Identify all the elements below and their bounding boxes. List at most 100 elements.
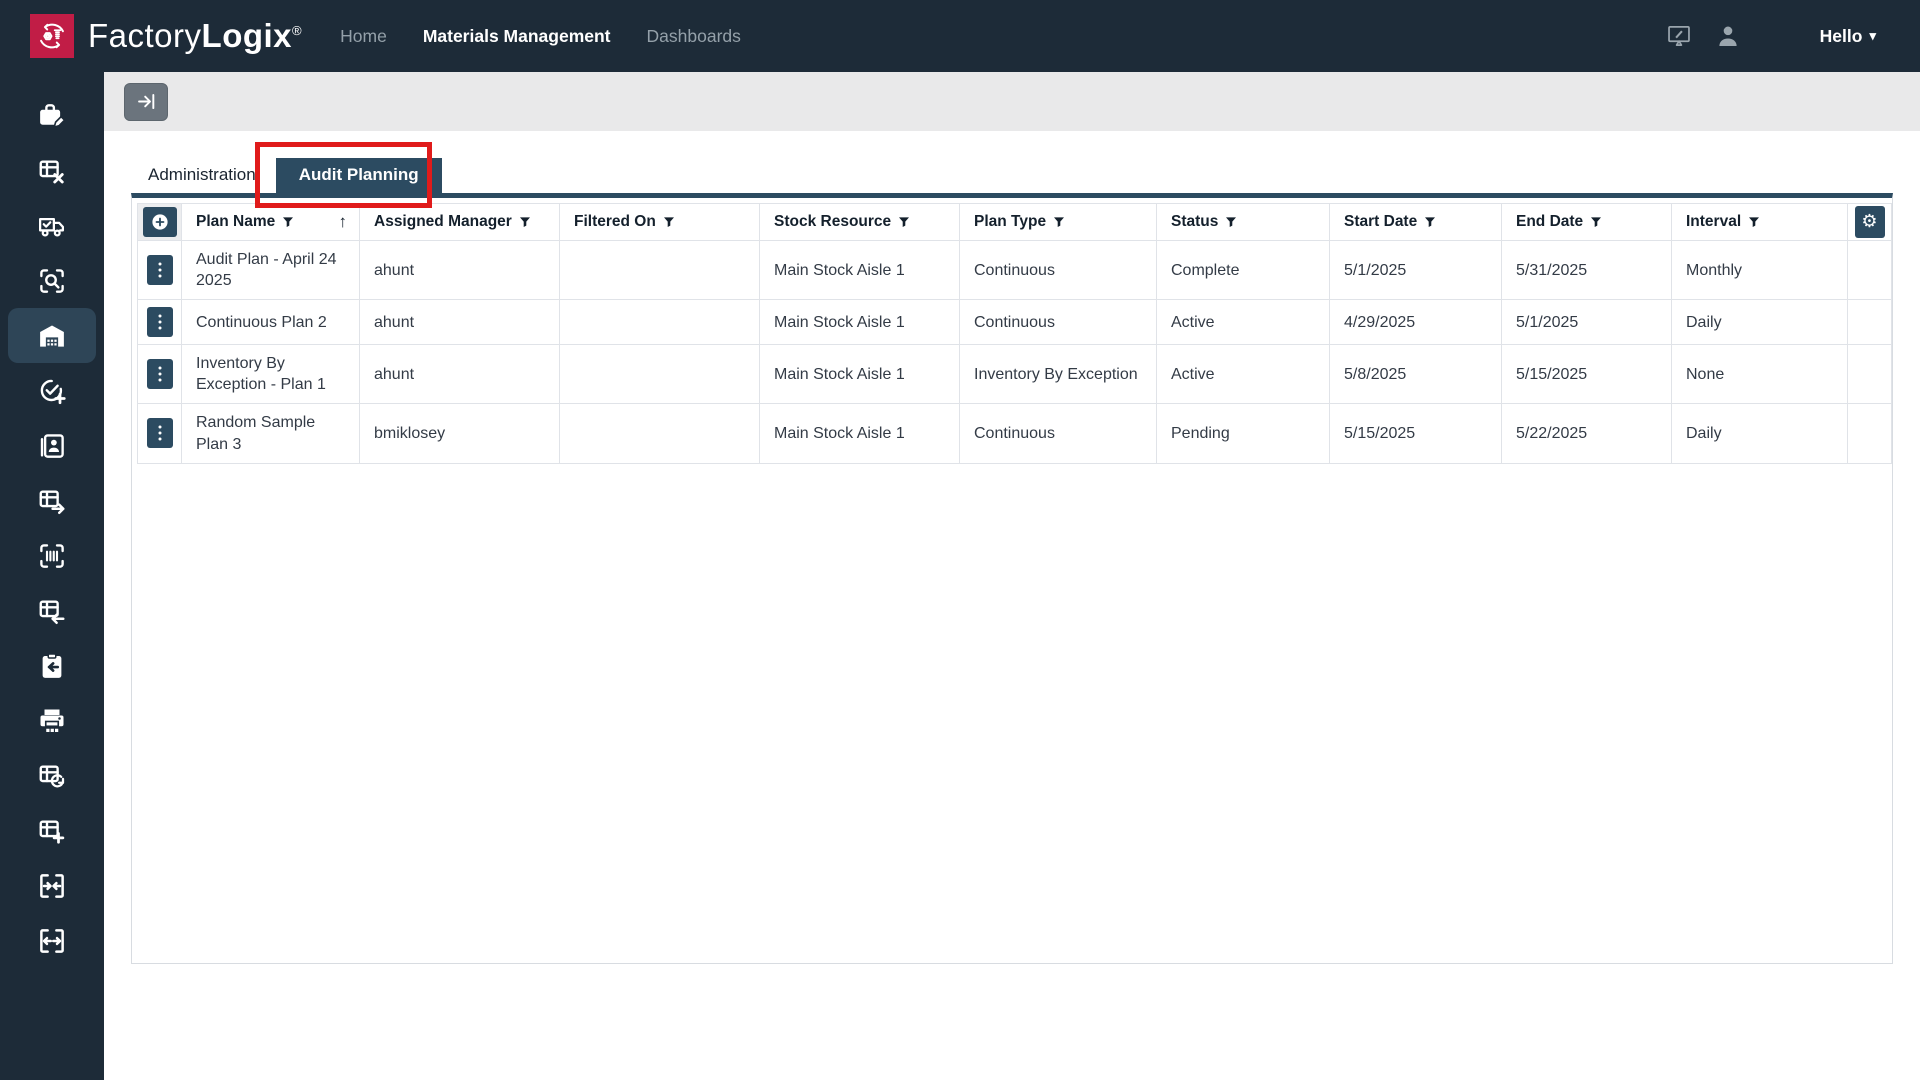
filter-icon [519, 217, 530, 227]
factorylogix-logo-icon [30, 14, 74, 58]
row-actions-button[interactable] [146, 418, 173, 449]
collapse-panel-button[interactable] [124, 82, 168, 121]
row-actions-button[interactable] [146, 307, 173, 338]
row-actions-cell [137, 344, 182, 405]
column-header-start-date[interactable]: Start Date [1329, 203, 1502, 241]
cell-plan-type: Continuous [959, 239, 1157, 301]
printer-icon [40, 709, 64, 732]
monitor-edit-icon[interactable] [1666, 23, 1692, 49]
sidebar-item-warehouse[interactable] [8, 308, 96, 363]
sidebar-item-table-export-right[interactable] [8, 473, 96, 528]
sidebar-item-printer[interactable] [8, 693, 96, 748]
panel-toolbar [104, 72, 1920, 131]
table-header-row: Plan Name ↑ Assigned Manager Filtered On [137, 203, 1892, 241]
table-row[interactable]: Inventory By Exception - Plan 1 ahunt Main… [137, 344, 1892, 405]
column-header-filtered-on[interactable]: Filtered On [559, 203, 760, 241]
user-menu[interactable]: Hello ▾ [1820, 26, 1876, 47]
table-import-left-icon [39, 599, 65, 624]
column-header-plan-name[interactable]: Plan Name ↑ [181, 203, 360, 241]
cell-interval: Monthly [1671, 239, 1848, 301]
vertical-ellipsis-icon [158, 425, 161, 441]
column-header-end-date[interactable]: End Date [1501, 203, 1672, 241]
cell-interval: None [1671, 344, 1848, 405]
row-settings-cell [1847, 239, 1892, 301]
circle-plus-icon [151, 213, 168, 230]
row-settings-cell [1847, 299, 1892, 346]
column-settings-header-cell: ⚙ [1847, 203, 1892, 241]
cell-start-date: 5/15/2025 [1329, 403, 1502, 464]
expand-all-header-cell [137, 203, 182, 241]
column-settings-button[interactable]: ⚙ [1854, 206, 1885, 238]
sort-ascending-icon[interactable]: ↑ [339, 212, 352, 232]
navbar-right: Hello ▾ [1666, 22, 1876, 50]
user-menu-label: Hello [1819, 25, 1863, 46]
table-export-right-icon [39, 489, 65, 514]
filter-icon [1425, 217, 1436, 227]
sidebar-item-briefcase-edit[interactable] [8, 88, 96, 143]
row-actions-cell [137, 299, 182, 346]
user-profile-icon[interactable] [1714, 22, 1742, 50]
sidebar-item-table-add[interactable] [8, 803, 96, 858]
cell-start-date: 4/29/2025 [1329, 299, 1502, 346]
cell-stock-resource: Main Stock Aisle 1 [759, 344, 960, 405]
filter-icon [899, 217, 910, 227]
cell-assigned-manager: ahunt [359, 344, 560, 405]
sidebar-item-check-circle-add[interactable] [8, 363, 96, 418]
filter-icon [1591, 217, 1602, 227]
sidebar-item-table-import-left[interactable] [8, 583, 96, 638]
sidebar-item-table-refresh[interactable] [8, 748, 96, 803]
cell-plan-type: Continuous [959, 299, 1157, 346]
gear-icon: ⚙ [1861, 211, 1878, 232]
tab-administration[interactable]: Administration [136, 159, 268, 193]
cell-assigned-manager: ahunt [359, 299, 560, 346]
brand-wordmark: FactoryLogix® [88, 17, 303, 54]
table-remove-icon [39, 159, 64, 183]
cell-assigned-manager: bmiklosey [359, 403, 560, 464]
table-row[interactable]: Audit Plan - April 24 2025 ahunt Main Stoc… [137, 239, 1892, 301]
column-header-stock-resource[interactable]: Stock Resource [759, 203, 960, 241]
cell-stock-resource: Main Stock Aisle 1 [759, 239, 960, 301]
cell-status: Pending [1156, 403, 1330, 464]
filter-icon [283, 217, 294, 227]
table-row[interactable]: Random Sample Plan 3 bmiklosey Main Stock … [137, 403, 1892, 464]
top-navbar: FactoryLogix® Home Materials Management … [0, 0, 1920, 72]
brand[interactable]: FactoryLogix® [30, 14, 302, 58]
sidebar-item-barcode-scan[interactable] [8, 528, 96, 583]
cell-interval: Daily [1671, 403, 1848, 464]
cell-end-date: 5/1/2025 [1501, 299, 1672, 346]
check-circle-add-icon [40, 379, 66, 404]
filter-icon [1054, 217, 1065, 227]
sidebar-item-table-remove[interactable] [8, 143, 96, 198]
caret-down-icon: ▾ [1869, 28, 1876, 43]
column-header-plan-type[interactable]: Plan Type [959, 203, 1157, 241]
sidebar-item-collapse-horizontal[interactable] [8, 858, 96, 913]
cell-status: Complete [1156, 239, 1330, 301]
warehouse-icon [40, 325, 64, 347]
column-header-status[interactable]: Status [1156, 203, 1330, 241]
clipboard-return-icon [42, 652, 62, 678]
sidebar-item-contact-card[interactable] [8, 418, 96, 473]
cell-start-date: 5/1/2025 [1329, 239, 1502, 301]
sidebar-item-search-scan[interactable] [8, 253, 96, 308]
filter-icon [1226, 217, 1237, 227]
main-content: Administration Audit Planning Plan Name … [104, 72, 1920, 1080]
sidebar-item-expand-horizontal[interactable] [8, 913, 96, 968]
collapse-horizontal-icon [40, 873, 64, 898]
cell-filtered-on [559, 403, 760, 464]
audit-plans-table-body: Audit Plan - April 24 2025 ahunt Main Stoc… [137, 239, 1892, 464]
sidebar-item-clipboard-return[interactable] [8, 638, 96, 693]
vertical-ellipsis-icon [158, 314, 161, 330]
row-actions-button[interactable] [146, 359, 173, 390]
expand-all-button[interactable] [142, 206, 177, 237]
cell-plan-type: Continuous [959, 403, 1157, 464]
sidebar-item-truck-check[interactable] [8, 198, 96, 253]
column-header-interval[interactable]: Interval [1671, 203, 1848, 241]
cell-end-date: 5/15/2025 [1501, 344, 1672, 405]
tab-audit-planning[interactable]: Audit Planning [275, 158, 442, 193]
table-row[interactable]: Continuous Plan 2 ahunt Main Stock Aisle 1… [137, 299, 1892, 346]
nav-materials-management[interactable]: Materials Management [423, 26, 611, 47]
nav-home[interactable]: Home [340, 26, 387, 47]
column-header-assigned-manager[interactable]: Assigned Manager [359, 203, 560, 241]
nav-dashboards[interactable]: Dashboards [647, 26, 741, 47]
row-actions-button[interactable] [146, 255, 173, 286]
